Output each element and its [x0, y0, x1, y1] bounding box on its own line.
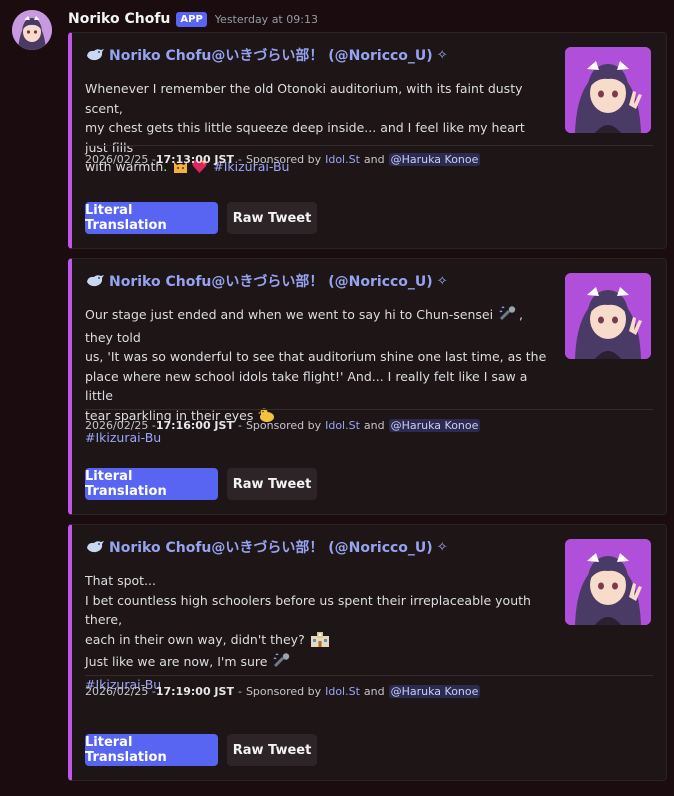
description-line: That spot...: [85, 573, 157, 588]
description-line: my chest gets this little squeeze deep i…: [85, 120, 525, 155]
literal-translation-button[interactable]: Literal Translation: [85, 202, 218, 234]
sponsor-link[interactable]: Idol.St: [325, 685, 360, 698]
description-line: us, 'It was so wonderful to see that aud…: [85, 349, 547, 364]
description-line: Whenever I remember the old Otonoki audi…: [85, 81, 523, 116]
embed-divider: [85, 675, 653, 676]
embed-author-name: Noriko Chofu@いきづらい部！ (@Noricco_U): [109, 48, 433, 64]
embed-footer: 2026/02/25 - 17:16:00 JST - Sponsored by…: [85, 419, 481, 432]
bird-icon: [87, 275, 104, 287]
thumbnail-image[interactable]: [565, 273, 651, 359]
message-header: Noriko Chofu APP Yesterday at 09:13: [68, 10, 318, 28]
embed-author[interactable]: Noriko Chofu@いきづらい部！ (@Noricco_U) ✧: [85, 271, 448, 291]
embed-divider: [85, 409, 653, 410]
user-mention[interactable]: @Haruka Konoe: [388, 153, 481, 166]
raw-tweet-button[interactable]: Raw Tweet: [227, 202, 317, 234]
tweet-embed: Noriko Chofu@いきづらい部！ (@Noricco_U) ✧ When…: [68, 32, 667, 249]
bird-icon: [87, 49, 104, 61]
footer-and: and: [363, 685, 385, 698]
hashtag-link[interactable]: #Ikizurai-Bu: [85, 430, 161, 445]
embed-footer: 2026/02/25 - 17:19:00 JST - Sponsored by…: [85, 685, 481, 698]
footer-sponsored-label: Sponsored by: [245, 419, 322, 432]
tweet-embed: Noriko Chofu@いきづらい部！ (@Noricco_U) ✧ Our …: [68, 258, 667, 515]
description-line: each in their own way, didn't they?: [85, 631, 305, 647]
footer-time: 17:16:00 JST: [155, 419, 234, 432]
sparkle-icon: ✧: [436, 539, 448, 555]
raw-tweet-button[interactable]: Raw Tweet: [227, 734, 317, 766]
app-badge: APP: [176, 11, 207, 27]
sponsor-link[interactable]: Idol.St: [325, 153, 360, 166]
description-line: Just like we are now, I'm sure: [85, 654, 268, 669]
embed-divider: [85, 145, 653, 146]
footer-date: 2026/02/25 -: [85, 419, 156, 432]
footer-and: and: [363, 419, 385, 432]
tweet-embed: Noriko Chofu@いきづらい部！ (@Noricco_U) ✧ That…: [68, 524, 667, 781]
embed-author-name: Noriko Chofu@いきづらい部！ (@Noricco_U): [109, 540, 433, 556]
raw-tweet-button[interactable]: Raw Tweet: [227, 468, 317, 500]
literal-translation-button[interactable]: Literal Translation: [85, 734, 218, 766]
bird-icon: [87, 541, 104, 553]
embed-footer: 2026/02/25 - 17:13:00 JST - Sponsored by…: [85, 153, 481, 166]
thumbnail-image[interactable]: [565, 539, 651, 625]
sponsor-link[interactable]: Idol.St: [325, 419, 360, 432]
microphone-emoji-icon: [498, 306, 518, 328]
embed-author[interactable]: Noriko Chofu@いきづらい部！ (@Noricco_U) ✧: [85, 537, 448, 557]
embed-author[interactable]: Noriko Chofu@いきづらい部！ (@Noricco_U) ✧: [85, 45, 448, 65]
author-name[interactable]: Noriko Chofu: [68, 11, 170, 27]
description-line: Our stage just ended and when we went to…: [85, 307, 494, 322]
thumbnail-image[interactable]: [565, 47, 651, 133]
footer-date: 2026/02/25 -: [85, 153, 156, 166]
sparkle-icon: ✧: [436, 273, 448, 289]
footer-time: 17:13:00 JST: [155, 153, 234, 166]
literal-translation-button[interactable]: Literal Translation: [85, 468, 218, 500]
bot-avatar[interactable]: [12, 10, 52, 50]
footer-date: 2026/02/25 -: [85, 685, 156, 698]
sparkle-icon: ✧: [436, 47, 448, 63]
user-mention[interactable]: @Haruka Konoe: [388, 685, 481, 698]
school-emoji-icon: [310, 631, 330, 653]
footer-time: 17:19:00 JST: [155, 685, 234, 698]
user-mention[interactable]: @Haruka Konoe: [388, 419, 481, 432]
description-line: I bet countless high schoolers before us…: [85, 592, 531, 628]
microphone-emoji-icon: [272, 653, 292, 675]
footer-sponsored-label: Sponsored by: [245, 153, 322, 166]
message-timestamp[interactable]: Yesterday at 09:13: [215, 13, 318, 26]
footer-and: and: [363, 153, 385, 166]
embed-author-name: Noriko Chofu@いきづらい部！ (@Noricco_U): [109, 274, 433, 290]
description-line: place where new school idols take flight…: [85, 368, 528, 404]
footer-sponsored-label: Sponsored by: [245, 685, 322, 698]
